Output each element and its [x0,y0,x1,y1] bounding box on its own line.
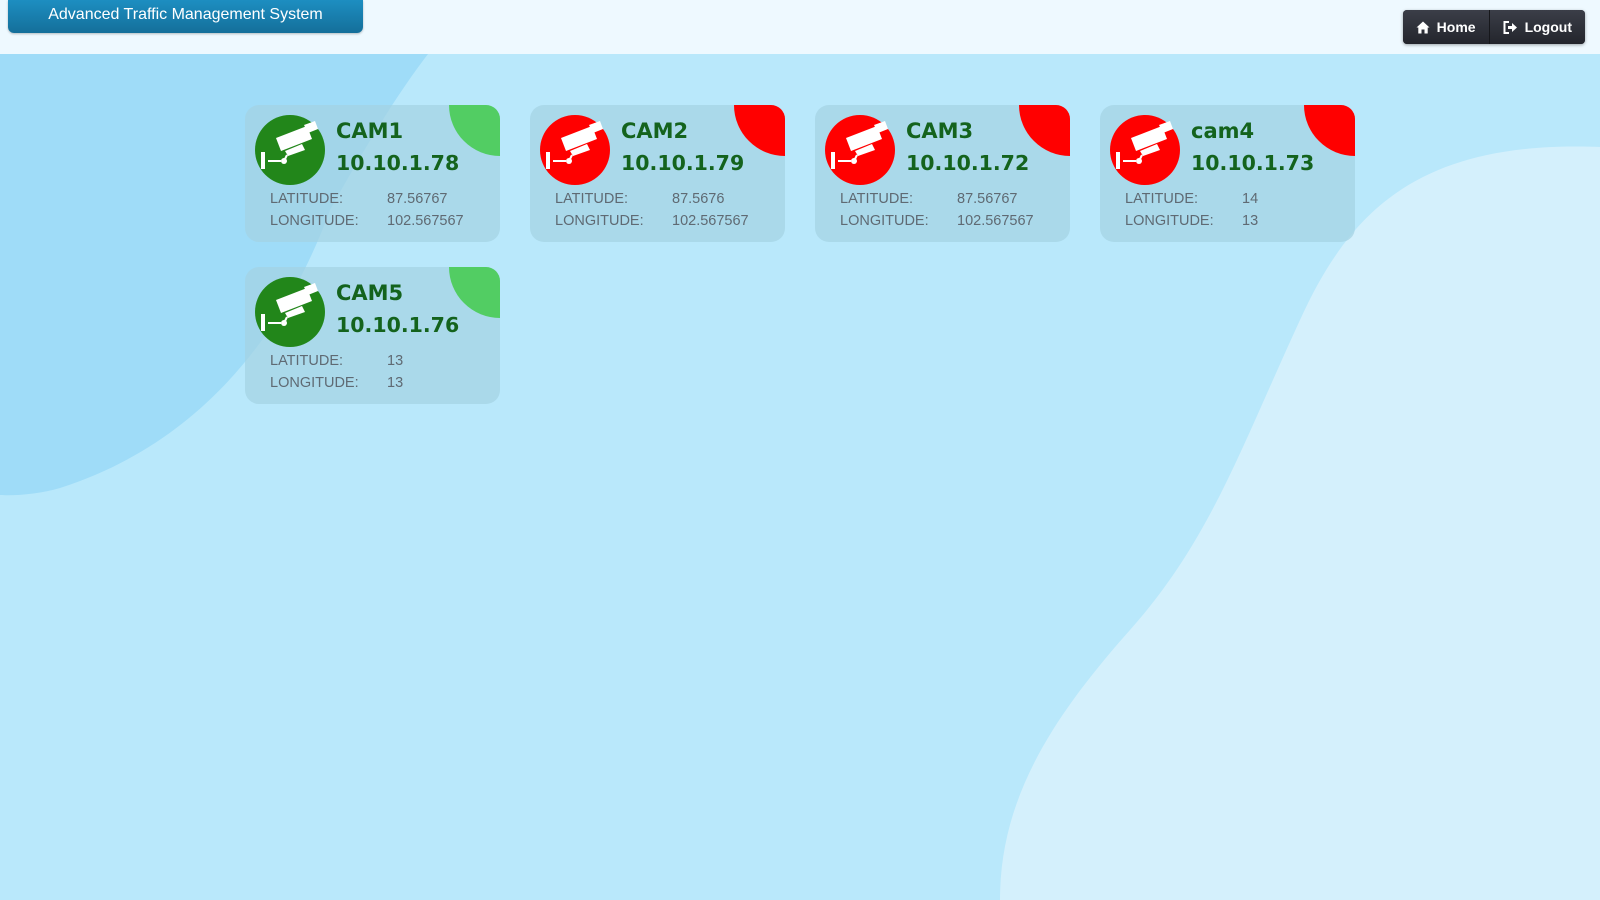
longitude-label: LONGITUDE: [1125,213,1214,229]
camera-card[interactable]: cam4 10.10.1.73 LATITUDE: 14 LONGITUDE: 13 [1100,105,1355,242]
top-header: Advanced Traffic Management System Home … [0,0,1600,54]
camera-ip: 10.10.1.78 [336,151,460,175]
longitude-row: LONGITUDE: 13 [270,375,403,391]
cctv-camera-icon [1110,115,1180,185]
longitude-label: LONGITUDE: [555,213,644,229]
status-indicator-online [449,105,500,156]
logout-icon [1503,20,1518,34]
longitude-label: LONGITUDE: [270,375,359,391]
latitude-value: 87.56767 [387,191,448,207]
latitude-row: LATITUDE: 87.56767 [840,191,1017,207]
status-indicator-offline [734,105,785,156]
longitude-value: 102.567567 [957,213,1034,229]
longitude-label: LONGITUDE: [270,213,359,229]
latitude-label: LATITUDE: [270,353,344,369]
camera-card[interactable]: CAM5 10.10.1.76 LATITUDE: 13 LONGITUDE: 13 [245,267,500,404]
longitude-row: LONGITUDE: 13 [1125,213,1258,229]
latitude-label: LATITUDE: [840,191,914,207]
home-button[interactable]: Home [1402,10,1489,44]
background-shapes [0,0,1600,900]
longitude-value: 13 [387,375,404,391]
longitude-value: 13 [1242,213,1259,229]
latitude-row: LATITUDE: 87.5676 [555,191,724,207]
latitude-label: LATITUDE: [1125,191,1199,207]
camera-name: cam4 [1191,119,1255,143]
longitude-value: 102.567567 [387,213,464,229]
cctv-camera-icon [540,115,610,185]
latitude-value: 87.56767 [957,191,1018,207]
latitude-value: 14 [1242,191,1259,207]
latitude-value: 13 [387,353,404,369]
cctv-camera-icon [255,115,325,185]
camera-name: CAM5 [336,281,404,305]
camera-ip: 10.10.1.79 [621,151,745,175]
status-indicator-offline [1304,105,1355,156]
longitude-label: LONGITUDE: [840,213,929,229]
latitude-value: 87.5676 [672,191,725,207]
camera-name: CAM3 [906,119,974,143]
cctv-camera-icon [825,115,895,185]
camera-ip: 10.10.1.73 [1191,151,1315,175]
home-button-label: Home [1436,19,1476,35]
longitude-row: LONGITUDE: 102.567567 [840,213,1034,229]
status-indicator-offline [1019,105,1070,156]
cctv-camera-icon [255,277,325,347]
app-title: Advanced Traffic Management System [8,0,363,33]
longitude-row: LONGITUDE: 102.567567 [555,213,749,229]
latitude-label: LATITUDE: [270,191,344,207]
latitude-row: LATITUDE: 87.56767 [270,191,447,207]
logout-button-label: Logout [1524,19,1572,35]
latitude-label: LATITUDE: [555,191,629,207]
camera-ip: 10.10.1.76 [336,313,460,337]
camera-card[interactable]: CAM2 10.10.1.79 LATITUDE: 87.5676 LONGITU… [530,105,785,242]
nav-button-group: Home Logout [1402,10,1585,44]
logout-button[interactable]: Logout [1488,10,1585,44]
latitude-row: LATITUDE: 14 [1125,191,1258,207]
camera-ip: 10.10.1.72 [906,151,1030,175]
latitude-row: LATITUDE: 13 [270,353,403,369]
longitude-row: LONGITUDE: 102.567567 [270,213,464,229]
status-indicator-online [449,267,500,318]
home-icon [1416,21,1430,34]
camera-name: CAM2 [621,119,689,143]
camera-card[interactable]: CAM3 10.10.1.72 LATITUDE: 87.56767 LONGIT… [815,105,1070,242]
camera-name: CAM1 [336,119,404,143]
camera-card[interactable]: CAM1 10.10.1.78 LATITUDE: 87.56767 LONGIT… [245,105,500,242]
longitude-value: 102.567567 [672,213,749,229]
